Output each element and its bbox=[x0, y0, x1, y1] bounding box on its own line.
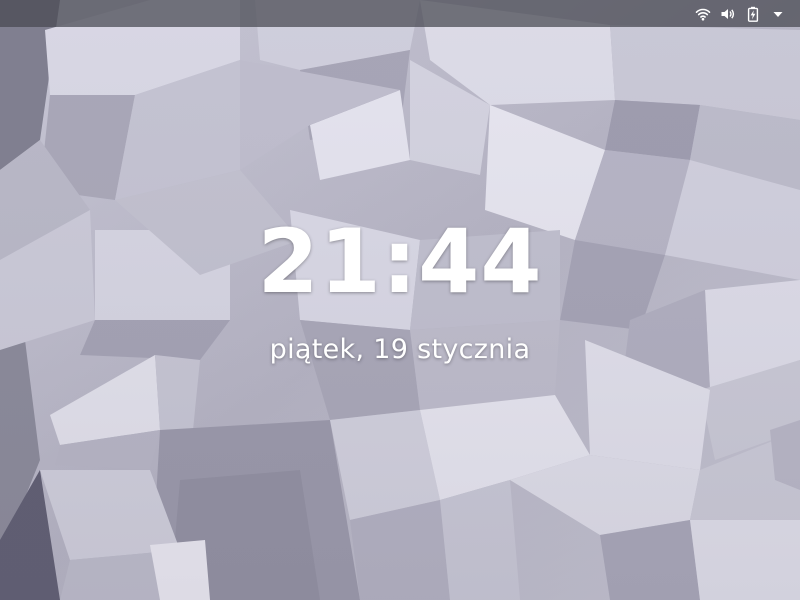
top-bar bbox=[0, 0, 800, 27]
system-menu-arrow-icon bbox=[770, 6, 786, 22]
volume-icon bbox=[720, 6, 736, 22]
battery-charging-icon bbox=[745, 6, 761, 22]
clock-time: 21:44 bbox=[257, 210, 543, 313]
lock-screen-clock: 21:44 piątek, 19 stycznia bbox=[0, 210, 800, 368]
status-tray bbox=[695, 0, 786, 27]
lock-screen[interactable]: 21:44 piątek, 19 stycznia bbox=[0, 0, 800, 600]
clock-date: piątek, 19 stycznia bbox=[269, 334, 531, 365]
wifi-icon bbox=[695, 6, 711, 22]
system-status-menu[interactable] bbox=[695, 6, 786, 22]
